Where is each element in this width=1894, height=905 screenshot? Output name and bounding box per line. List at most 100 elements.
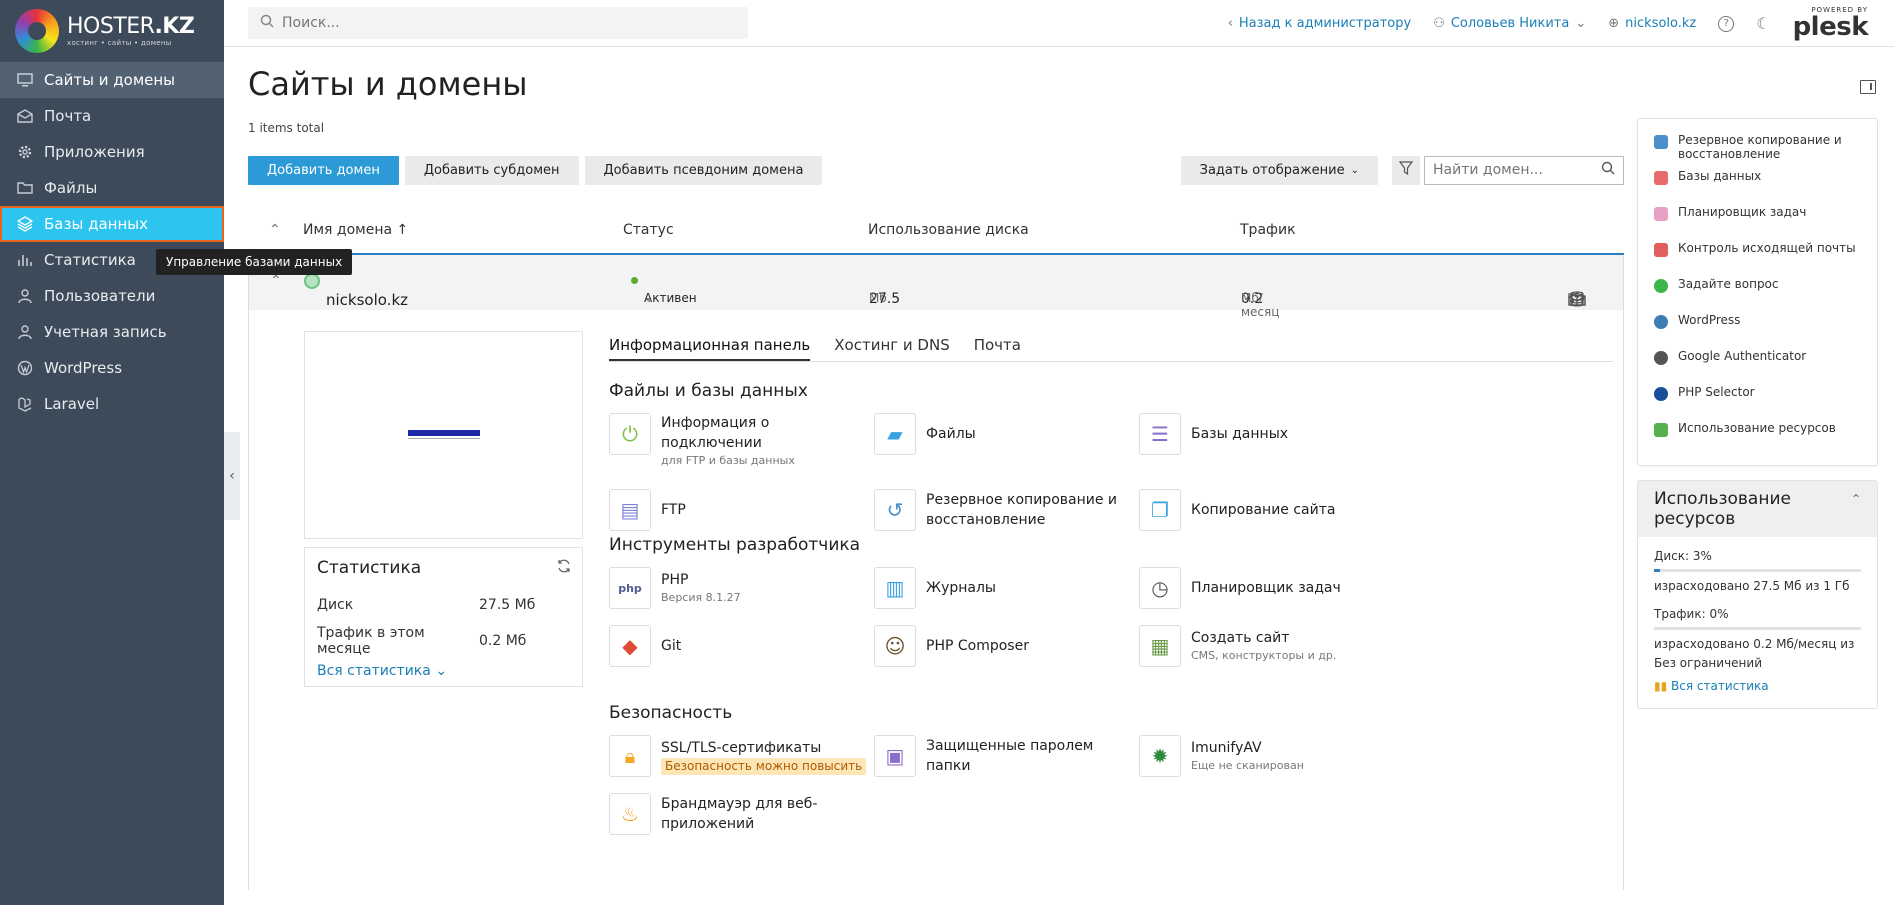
tool-backup[interactable]: ↺ Резервное копирование и восстановление <box>874 489 1139 531</box>
sidebar-item-apps[interactable]: Приложения <box>0 134 224 170</box>
add-domain-button[interactable]: Добавить домен <box>248 155 399 185</box>
quick-links: Резервное копирование и восстановление Б… <box>1637 118 1878 466</box>
traffic-usage-bar <box>1654 627 1861 630</box>
status-cell[interactable]: Активен ⌄ <box>631 273 697 305</box>
tool-connection-info[interactable]: ⏻ Информация о подключении для FTP и базы … <box>609 413 874 469</box>
globe-icon: ⊕ <box>1608 16 1620 31</box>
tool-waf[interactable]: ♨ Брандмауэр для веб-приложений <box>609 793 874 835</box>
tool-scheduler[interactable]: ◷ Планировщик задач <box>1139 567 1404 609</box>
sidebar-item-databases[interactable]: Базы данных <box>0 206 224 242</box>
back-to-admin-link[interactable]: ‹ Назад к администратору <box>1228 16 1412 31</box>
quick-link-backup[interactable]: Резервное копирование и восстановление <box>1654 133 1865 169</box>
topbar-links: ‹ Назад к администратору ⚇ Соловьев Никита… <box>1228 0 1894 47</box>
databases-tooltip: Управление базами данных <box>156 249 353 275</box>
stats-traffic-value: 0.2 Мб <box>479 633 527 649</box>
sidebar-item-laravel[interactable]: Laravel <box>0 386 224 422</box>
help-icon[interactable]: ? <box>1718 15 1735 32</box>
quick-link-php-selector[interactable]: PHP Selector <box>1654 385 1865 421</box>
tab-dashboard[interactable]: Информационная панель <box>609 330 811 361</box>
tool-create-site[interactable]: ▦ Создать сайт CMS, конструкторы и др. <box>1139 625 1404 667</box>
account-icon <box>16 323 34 341</box>
quick-link-resource-usage[interactable]: Использование ресурсов <box>1654 421 1865 457</box>
copy-icon: ❐ <box>1139 489 1181 531</box>
brand-tld: .KZ <box>154 14 195 39</box>
chevron-down-icon: ⌄ <box>1575 16 1587 31</box>
mail-icon <box>1654 243 1668 257</box>
tool-git[interactable]: ◆ Git <box>609 625 874 667</box>
quick-link-mail-control[interactable]: Контроль исходящей почты <box>1654 241 1865 277</box>
tool-site-copy[interactable]: ❐ Копирование сайта <box>1139 489 1404 531</box>
settings-sliders-icon[interactable] <box>1568 291 1586 311</box>
ftp-icon: ▤ <box>609 489 651 531</box>
disk-usage-detail: израсходовано 27.5 Мб из 1 Гб <box>1654 579 1850 593</box>
moon-icon[interactable]: ☾ <box>1756 14 1770 33</box>
collapse-row-icon[interactable]: ⌃ <box>270 273 282 289</box>
sidebar-item-users[interactable]: Пользователи <box>0 278 224 314</box>
quick-link-wordpress[interactable]: WordPress <box>1654 313 1865 349</box>
column-domain-name[interactable]: Имя домена ↑ <box>303 222 408 238</box>
chevron-down-icon: ⌄ <box>1350 164 1359 176</box>
quick-link-ask[interactable]: Задайте вопрос <box>1654 277 1865 313</box>
tool-title: Git <box>661 638 682 654</box>
tab-mail[interactable]: Почта <box>974 330 1021 361</box>
tool-ssl[interactable]: 🔒︎ SSL/TLS-сертификаты Безопасность можно … <box>609 735 874 777</box>
php-icon: php <box>609 567 651 609</box>
add-subdomain-button[interactable]: Добавить субдомен <box>404 155 579 185</box>
sidebar-item-label: Сайты и домены <box>44 71 176 89</box>
tool-ftp[interactable]: ▤ FTP <box>609 489 874 531</box>
tool-files[interactable]: ▰ Файлы <box>874 413 1139 455</box>
sidebar-item-wordpress[interactable]: WordPress <box>0 350 224 386</box>
items-total: 1 items total <box>248 121 325 135</box>
table-header: ⌃ Имя домена ↑ Статус Использование диск… <box>248 205 1624 255</box>
view-options-button[interactable]: Задать отображение ⌄ <box>1180 155 1378 185</box>
folder-icon <box>16 179 34 197</box>
all-stats-label: Вся статистика <box>317 663 431 679</box>
global-search-input[interactable] <box>282 15 722 31</box>
monitor-icon <box>16 71 34 89</box>
tool-title: Файлы <box>926 426 976 442</box>
tool-databases[interactable]: ☰ Базы данных <box>1139 413 1404 455</box>
toolbar-right: Задать отображение ⌄ <box>1180 155 1624 185</box>
tab-hosting-dns[interactable]: Хостинг и DNS <box>834 330 949 361</box>
page-title: Сайты и домены <box>248 65 528 103</box>
filter-button[interactable] <box>1392 155 1420 185</box>
refresh-icon[interactable] <box>556 558 572 578</box>
usage-all-stats-link[interactable]: ▮▮ Вся статистика <box>1654 677 1769 696</box>
site-preview[interactable] <box>304 331 583 539</box>
sidebar-item-sites[interactable]: Сайты и домены <box>0 62 224 98</box>
layers-icon <box>16 215 34 233</box>
quick-link-scheduler[interactable]: Планировщик задач <box>1654 205 1865 241</box>
right-panel: Резервное копирование и восстановление Б… <box>1637 118 1878 709</box>
user-menu[interactable]: ⚇ Соловьев Никита ⌄ <box>1433 16 1586 31</box>
find-domain-input[interactable] <box>1433 162 1593 178</box>
domain-link[interactable]: ⊕ nicksolo.kz <box>1608 16 1696 31</box>
quick-link-label: WordPress <box>1678 313 1741 327</box>
right-panel-toggle-icon[interactable] <box>1860 80 1876 94</box>
domain-cell[interactable]: nicksolo.kz <box>304 273 408 309</box>
quick-link-databases[interactable]: Базы данных <box>1654 169 1865 205</box>
bar-chart-icon <box>16 251 34 269</box>
find-domain <box>1424 155 1624 185</box>
tool-php[interactable]: php PHP Версия 8.1.27 <box>609 567 874 609</box>
virus-icon: ✹ <box>1139 735 1181 777</box>
resource-usage-header[interactable]: Использование ресурсов ⌃ <box>1638 481 1877 537</box>
sidebar-item-files[interactable]: Файлы <box>0 170 224 206</box>
sidebar-item-label: Файлы <box>44 179 98 197</box>
all-stats-link[interactable]: Вся статистика ⌄ <box>317 663 447 679</box>
search-icon[interactable] <box>1601 161 1615 179</box>
brand-logo[interactable]: HOSTER.KZ хостинг • сайты • домены <box>0 0 224 62</box>
sidebar-item-mail[interactable]: Почта <box>0 98 224 134</box>
tool-password-folders[interactable]: ▣ Защищенные паролем папки <box>874 735 1139 777</box>
quick-link-label: Использование ресурсов <box>1678 421 1836 435</box>
column-disk-usage: Использование диска <box>868 222 1029 238</box>
collapse-all-icon[interactable]: ⌃ <box>269 222 281 238</box>
mail-icon <box>16 107 34 125</box>
tool-logs[interactable]: ▥ Журналы <box>874 567 1139 609</box>
section-security-title: Безопасность <box>609 703 733 723</box>
sidebar-item-account[interactable]: Учетная запись <box>0 314 224 350</box>
tool-composer[interactable]: ☺ PHP Composer <box>874 625 1139 667</box>
tool-imunify[interactable]: ✹ ImunifyAV Еще не сканирован <box>1139 735 1404 777</box>
add-alias-button[interactable]: Добавить псевдоним домена <box>584 155 823 185</box>
sidebar-collapse-handle[interactable]: ‹ <box>224 432 240 520</box>
quick-link-google-auth[interactable]: Google Authenticator <box>1654 349 1865 385</box>
